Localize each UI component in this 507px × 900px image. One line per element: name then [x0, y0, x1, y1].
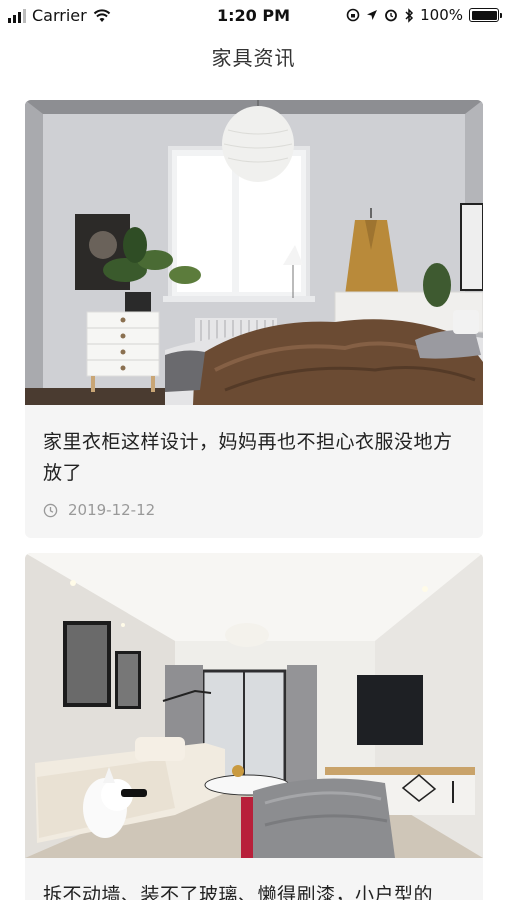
bluetooth-icon [405, 7, 414, 23]
location-icon [367, 10, 378, 20]
battery-icon [469, 8, 502, 22]
article-date-row: 2019-12-12 [25, 489, 483, 519]
article-date: 2019-12-12 [68, 501, 156, 519]
battery-percent: 100% [420, 6, 463, 24]
article-card[interactable]: 家里衣柜这样设计，妈妈再也不担心衣服没地方放了 2019-12-12 [25, 100, 483, 538]
status-right: 100% [346, 6, 502, 24]
living-room-photo [25, 553, 483, 858]
alarm-icon [385, 9, 398, 22]
article-card[interactable]: 拆不动墙、装不了玻璃、懒得刷漆，小户型的 [25, 553, 483, 900]
bedroom-photo [25, 100, 483, 405]
article-title[interactable]: 拆不动墙、装不了玻璃、懒得刷漆，小户型的 [25, 858, 483, 900]
screen-lock-icon [346, 8, 360, 22]
clock-icon [43, 503, 58, 517]
status-bar: Carrier 1:20 PM 100% [0, 0, 507, 30]
page-title: 家具资讯 [211, 46, 296, 70]
article-title[interactable]: 家里衣柜这样设计，妈妈再也不担心衣服没地方放了 [25, 405, 483, 489]
